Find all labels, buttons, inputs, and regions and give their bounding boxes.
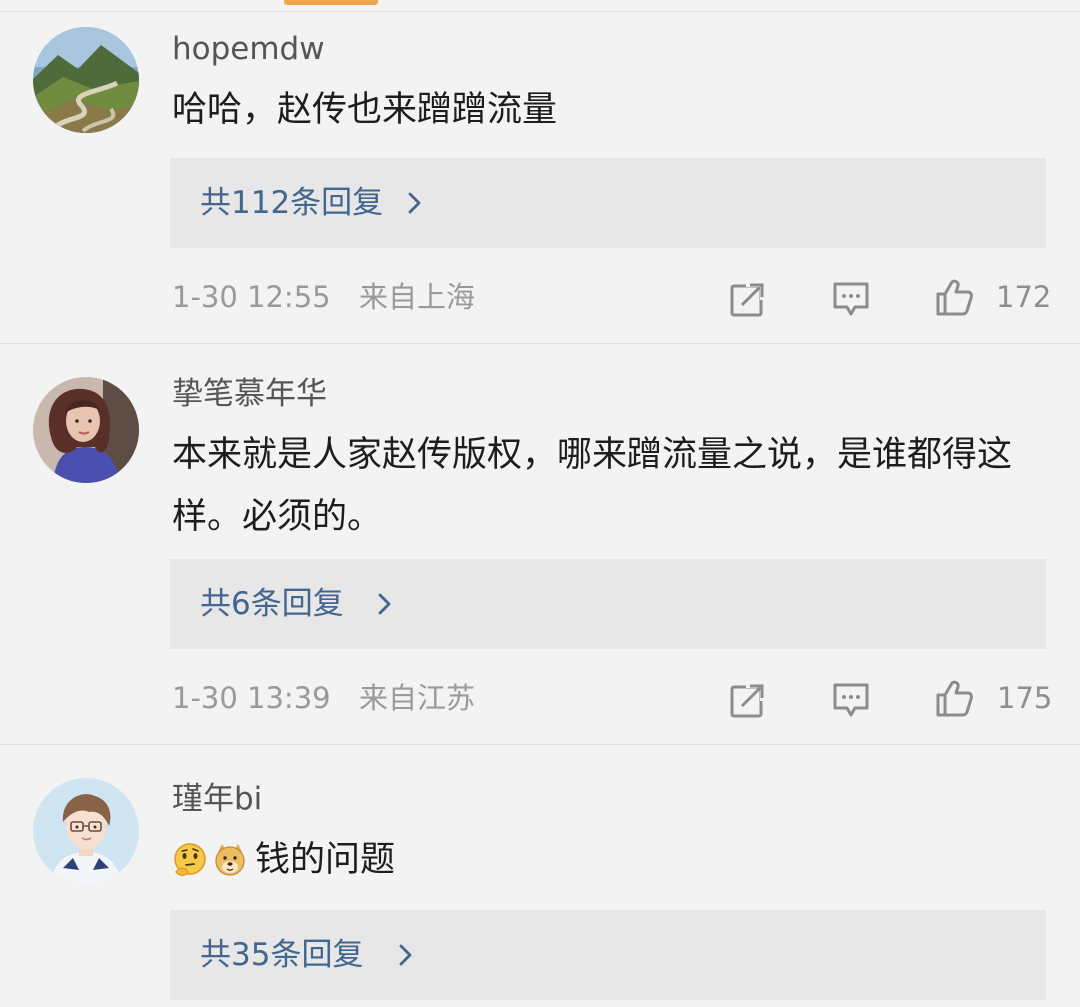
cartoon-boy-avatar-icon	[33, 778, 139, 884]
chevron-right-icon	[399, 944, 412, 966]
comment-item: 挚笔慕年华 本来就是人家赵传版权，哪来蹭流量之说，是谁都得这样。必须的。 共6条…	[0, 344, 1080, 744]
doge-icon	[212, 842, 248, 878]
chevron-right-icon	[378, 593, 391, 615]
username[interactable]: 瑾年bi	[172, 781, 262, 817]
comment-text: 本来就是人家赵传版权，哪来蹭流量之说，是谁都得这样。必须的。	[172, 435, 1013, 537]
share-icon[interactable]	[728, 279, 768, 319]
reply-summary-button[interactable]: 共35条回复	[170, 910, 1046, 1000]
timestamp: 1-30 12:55	[172, 280, 331, 314]
timestamp: 1-30 13:39	[172, 681, 331, 715]
portrait-avatar-icon	[33, 377, 139, 483]
comment-text: 哈哈，赵传也来蹭蹭流量	[172, 90, 558, 130]
chevron-right-icon	[408, 192, 421, 214]
location: 来自上海	[359, 280, 476, 314]
username[interactable]: 挚笔慕年华	[172, 376, 327, 412]
comment-meta: 1-30 13:39 来自江苏	[172, 680, 475, 716]
like-count: 172	[996, 280, 1052, 314]
comment-icon[interactable]	[831, 680, 871, 720]
comment-item: hopemdw 哈哈，赵传也来蹭蹭流量 共112条回复 1-30 12:55 来…	[0, 0, 1080, 343]
reply-summary-button[interactable]: 共112条回复	[170, 158, 1046, 248]
comment-item: 瑾年bi 钱的问题 共35条回复	[0, 745, 1080, 1007]
like-count: 175	[997, 681, 1053, 715]
username[interactable]: hopemdw	[172, 31, 325, 67]
avatar[interactable]	[33, 778, 139, 884]
comment-meta: 1-30 12:55 来自上海	[172, 279, 475, 315]
thinking-face-icon	[172, 842, 208, 878]
mountain-road-avatar-icon	[33, 27, 139, 133]
reply-summary-label: 共6条回复	[200, 586, 344, 622]
share-icon[interactable]	[728, 680, 768, 720]
location: 来自江苏	[359, 681, 476, 715]
avatar[interactable]	[33, 27, 139, 133]
avatar[interactable]	[33, 377, 139, 483]
comment-text: 钱的问题	[255, 840, 396, 880]
reply-summary-button[interactable]: 共6条回复	[170, 559, 1046, 649]
comment-icon[interactable]	[831, 279, 871, 319]
reply-summary-label: 共35条回复	[200, 937, 364, 973]
like-icon[interactable]	[934, 277, 974, 317]
like-icon[interactable]	[934, 678, 974, 718]
reply-summary-label: 共112条回复	[200, 185, 384, 221]
